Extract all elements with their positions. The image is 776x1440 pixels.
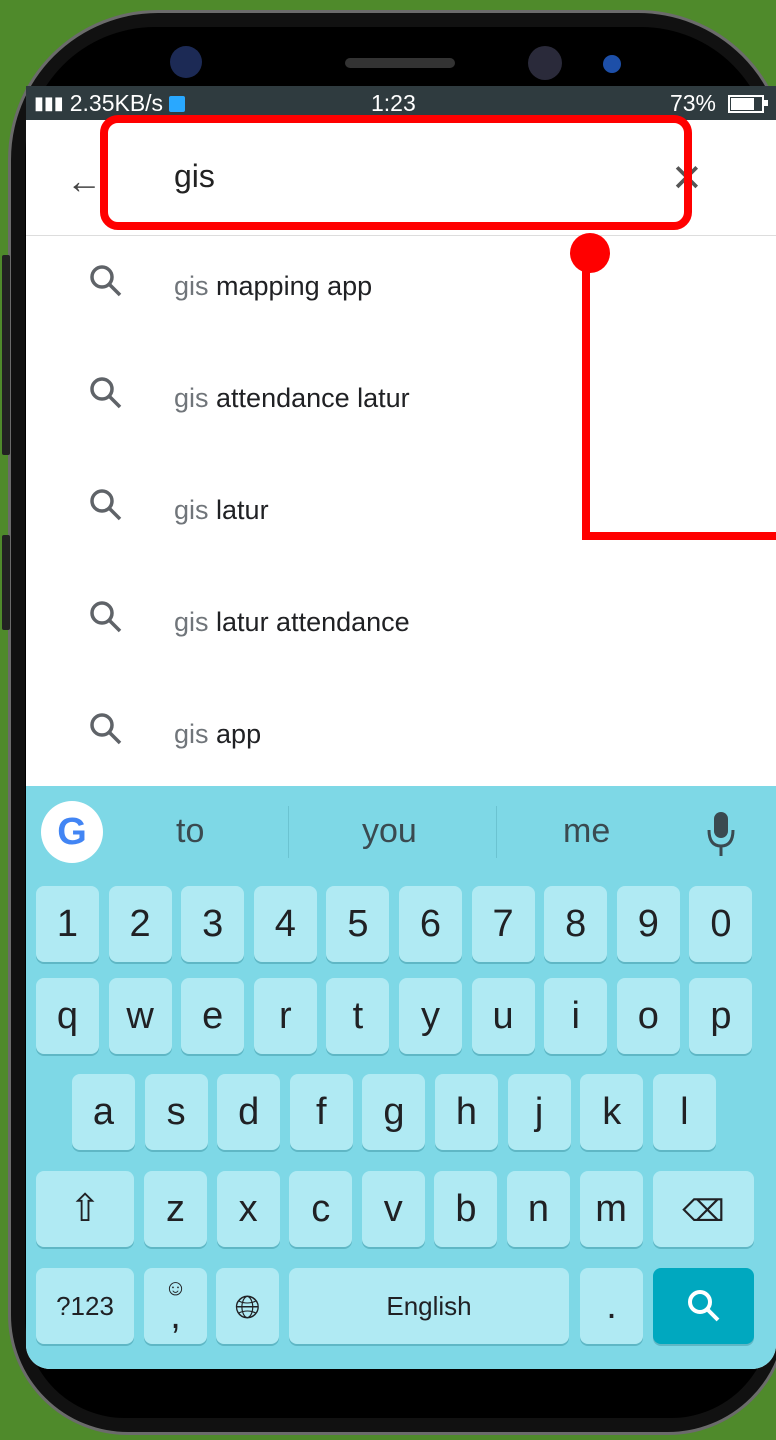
key-z[interactable]: z [144, 1171, 207, 1247]
suggestion-label: gis latur [174, 495, 269, 525]
key-u[interactable]: u [471, 978, 535, 1054]
message-icon [169, 95, 186, 112]
key-5[interactable]: 5 [326, 886, 390, 962]
space-key[interactable]: English [289, 1268, 569, 1344]
key-7[interactable]: 7 [471, 886, 535, 962]
shift-key[interactable]: ⇧ [36, 1171, 134, 1247]
symbols-key[interactable]: ?123 [36, 1268, 134, 1344]
search-icon [687, 1290, 719, 1322]
suggestion-label: gis mapping app [174, 271, 373, 301]
key-6[interactable]: 6 [399, 886, 462, 962]
divider [496, 806, 497, 858]
google-logo-icon[interactable]: G [41, 801, 103, 863]
word-suggestion[interactable]: me [563, 812, 610, 851]
annotation-line [582, 258, 590, 540]
key-y[interactable]: y [399, 978, 462, 1054]
shift-icon: ⇧ [69, 1188, 101, 1230]
word-suggestion[interactable]: you [362, 812, 417, 851]
key-d[interactable]: d [217, 1074, 281, 1150]
key-v[interactable]: v [361, 1171, 425, 1247]
word-suggestion[interactable]: to [176, 812, 204, 851]
speed-label: 2.35KB/s [69, 90, 164, 116]
volume-button [2, 255, 10, 455]
key-p[interactable]: p [689, 978, 753, 1054]
key-h[interactable]: h [435, 1074, 498, 1150]
backspace-key[interactable]: ⌫ [653, 1171, 754, 1247]
proximity-sensor [603, 55, 621, 73]
suggestion-item[interactable]: gis latur attendance [26, 571, 776, 683]
key-l[interactable]: l [652, 1074, 716, 1150]
key-a[interactable]: a [72, 1074, 135, 1150]
word-suggestion-bar: G to you me [26, 786, 776, 880]
microphone-icon[interactable] [706, 810, 736, 860]
key-1[interactable]: 1 [36, 886, 99, 962]
key-g[interactable]: g [362, 1074, 426, 1150]
key-x[interactable]: x [216, 1171, 280, 1247]
search-icon [88, 487, 124, 523]
battery-percent: 73% [669, 90, 716, 116]
search-icon [88, 599, 124, 635]
key-i[interactable]: i [544, 978, 608, 1054]
suggestion-label: gis app [174, 719, 262, 749]
key-r[interactable]: r [253, 978, 317, 1054]
key-3[interactable]: 3 [181, 886, 245, 962]
key-b[interactable]: b [434, 1171, 498, 1247]
key-2[interactable]: 2 [108, 886, 172, 962]
key-s[interactable]: s [144, 1074, 208, 1150]
comma-key[interactable]: ☺, [144, 1268, 207, 1344]
annotation-line [582, 532, 776, 540]
suggestion-item[interactable]: gis mapping app [26, 235, 776, 347]
annotation-dot [570, 233, 610, 273]
earpiece-speaker [345, 58, 455, 68]
front-camera [170, 46, 202, 78]
search-key[interactable] [653, 1268, 754, 1344]
key-w[interactable]: w [108, 978, 172, 1054]
suggestion-item[interactable]: gis latur [26, 459, 776, 571]
keyboard: G to you me 1234567890 qwertyuiop asdfghjk… [26, 786, 776, 1369]
suggestion-label: gis attendance latur [174, 383, 410, 413]
divider [288, 806, 289, 858]
key-n[interactable]: n [507, 1171, 570, 1247]
key-0[interactable]: 0 [689, 886, 753, 962]
backspace-icon: ⌫ [682, 1195, 725, 1228]
key-8[interactable]: 8 [544, 886, 608, 962]
suggestion-item[interactable]: gis attendance latur [26, 347, 776, 459]
battery-icon [728, 94, 768, 113]
sensor [528, 46, 562, 80]
language-key[interactable]: 🌐︎ [216, 1268, 279, 1344]
search-icon [88, 711, 124, 747]
globe-icon: 🌐︎ [234, 1289, 261, 1325]
key-m[interactable]: m [579, 1171, 643, 1247]
key-e[interactable]: e [181, 978, 245, 1054]
key-o[interactable]: o [616, 978, 680, 1054]
key-j[interactable]: j [507, 1074, 571, 1150]
key-k[interactable]: k [580, 1074, 644, 1150]
search-icon [88, 375, 124, 411]
suggestion-label: gis latur attendance [174, 607, 410, 637]
period-key[interactable]: . [580, 1268, 643, 1344]
search-icon [88, 263, 124, 299]
key-t[interactable]: t [326, 978, 390, 1054]
suggestion-item[interactable]: gis app [26, 683, 776, 795]
screen: ▮▮▮ 2.35KB/s 1:23 73% ← gis ✕ gis mappin… [26, 86, 776, 1369]
key-f[interactable]: f [289, 1074, 353, 1150]
highlight-box [100, 115, 692, 230]
key-9[interactable]: 9 [616, 886, 680, 962]
clock: 1:23 [371, 90, 416, 116]
arrow-left-icon[interactable]: ← [66, 160, 102, 202]
power-button [2, 535, 10, 630]
key-q[interactable]: q [36, 978, 99, 1054]
key-4[interactable]: 4 [253, 886, 317, 962]
key-c[interactable]: c [289, 1171, 353, 1247]
signal-icon: ▮▮▮ [34, 93, 64, 113]
